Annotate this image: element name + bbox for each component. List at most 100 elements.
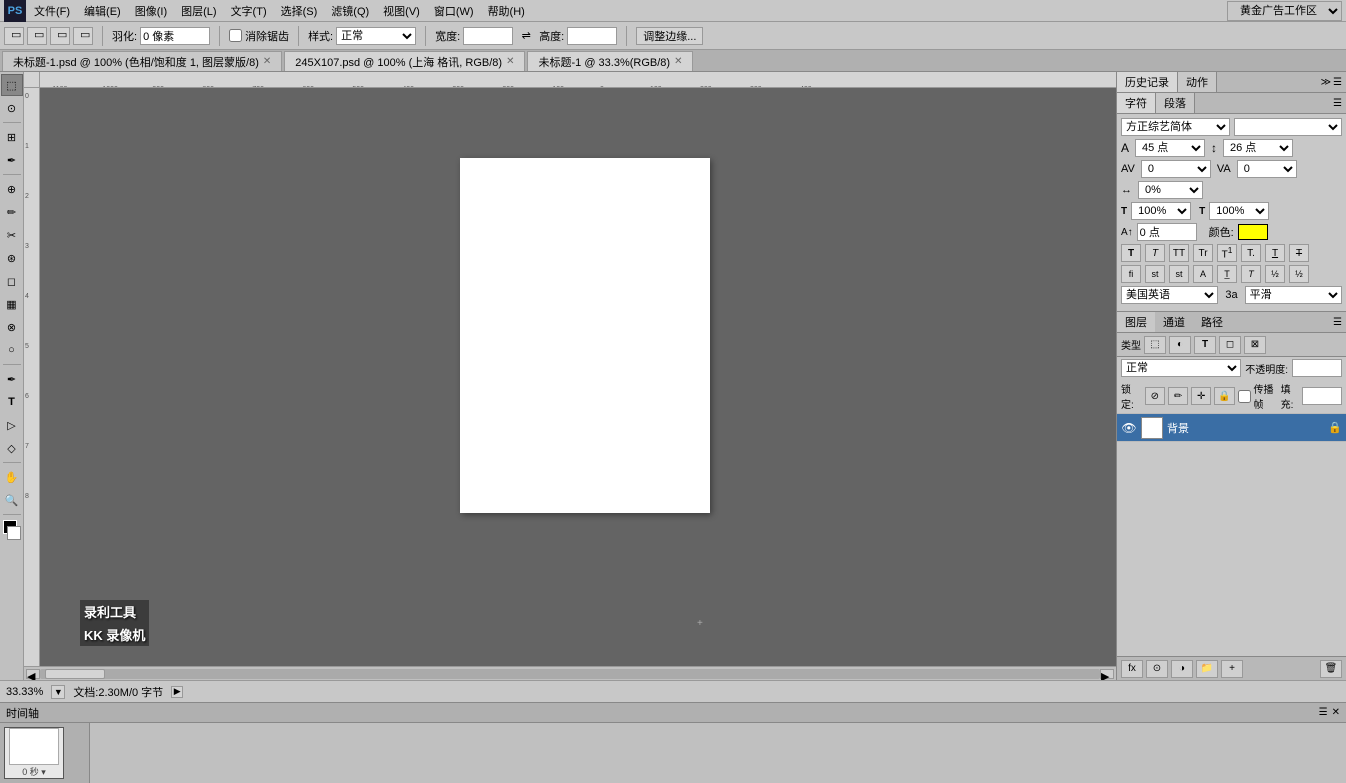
tool-clone[interactable]: ✂ bbox=[1, 224, 23, 246]
tab-2-close[interactable]: ✕ bbox=[674, 56, 682, 67]
small-caps-btn[interactable]: Tr bbox=[1193, 244, 1213, 262]
layer-style-btn[interactable]: fx bbox=[1121, 660, 1143, 678]
disc-btn[interactable]: A bbox=[1193, 265, 1213, 283]
tool-marquee[interactable]: ⬚ bbox=[1, 74, 23, 96]
swap-btn[interactable]: ⇌ bbox=[519, 29, 533, 43]
tool-gradient[interactable]: ▦ bbox=[1, 293, 23, 315]
scale-h-select[interactable]: 0% bbox=[1138, 181, 1203, 199]
tool-crop[interactable]: ⊞ bbox=[1, 126, 23, 148]
timeline-menu-btn[interactable]: ☰ bbox=[1319, 707, 1328, 718]
font-size-select[interactable]: 45 点 bbox=[1135, 139, 1205, 157]
propagate-check[interactable] bbox=[1238, 390, 1251, 403]
scroll-right-btn[interactable]: ▶ bbox=[1100, 669, 1114, 679]
style-select[interactable]: 正常 bbox=[336, 27, 416, 45]
opacity-input[interactable] bbox=[1292, 359, 1342, 377]
layer-group-btn[interactable]: 📁 bbox=[1196, 660, 1218, 678]
menu-layer[interactable]: 图层(L) bbox=[175, 1, 222, 21]
layer-adj-btn[interactable]: ◑ bbox=[1171, 660, 1193, 678]
timeline-close-btn[interactable]: ✕ bbox=[1332, 707, 1340, 718]
color-swatch[interactable] bbox=[1238, 224, 1268, 240]
tab-character[interactable]: 字符 bbox=[1117, 93, 1156, 113]
tab-paragraph[interactable]: 段落 bbox=[1156, 93, 1195, 113]
layer-mask-btn[interactable]: ⊙ bbox=[1146, 660, 1168, 678]
tool-history-brush[interactable]: ⊛ bbox=[1, 247, 23, 269]
lock-move-btn[interactable]: ✛ bbox=[1191, 387, 1211, 405]
adjust-edge-btn[interactable]: 调整边缘... bbox=[636, 27, 703, 45]
antialias-check[interactable] bbox=[229, 29, 242, 42]
tab-1[interactable]: 245X107.psd @ 100% (上海 格讯, RGB/8) ✕ bbox=[284, 51, 525, 71]
menu-filter[interactable]: 滤镜(Q) bbox=[325, 1, 375, 21]
menu-view[interactable]: 视图(V) bbox=[377, 1, 426, 21]
filter-type-btn[interactable]: T bbox=[1194, 336, 1216, 354]
font-family-select[interactable]: 方正综艺简体 bbox=[1121, 118, 1230, 136]
liga-btn[interactable]: fi bbox=[1121, 265, 1141, 283]
italic-btn[interactable]: T bbox=[1145, 244, 1165, 262]
menu-file[interactable]: 文件(F) bbox=[28, 1, 76, 21]
filter-shape-btn[interactable]: ◻ bbox=[1219, 336, 1241, 354]
tab-0[interactable]: 未标题-1.psd @ 100% (色相/饱和度 1, 图层蒙版/8) ✕ bbox=[2, 51, 282, 71]
timeline-frame-0[interactable]: 0 秒 ▾ bbox=[4, 727, 64, 779]
font-style-select[interactable] bbox=[1234, 118, 1343, 136]
menu-help[interactable]: 帮助(H) bbox=[482, 1, 531, 21]
scroll-left-btn[interactable]: ◀ bbox=[26, 669, 40, 679]
tool-rect4-btn[interactable]: ▭ bbox=[73, 27, 93, 45]
tool-rect2-btn[interactable]: ▭ bbox=[27, 27, 47, 45]
color-fg[interactable] bbox=[1, 520, 23, 542]
tool-hand[interactable]: ✋ bbox=[1, 466, 23, 488]
scroll-track[interactable] bbox=[40, 669, 1100, 679]
ital2-btn[interactable]: T bbox=[1241, 265, 1261, 283]
tab-layers[interactable]: 图层 bbox=[1117, 312, 1155, 332]
layer-row-0[interactable]: 👁 背景 🔒 bbox=[1117, 414, 1346, 442]
smooth-select[interactable]: 平滑 bbox=[1245, 286, 1342, 304]
char-panel-menu-btn[interactable]: ☰ bbox=[1333, 98, 1342, 109]
tool-path-select[interactable]: ▷ bbox=[1, 414, 23, 436]
baseline-input[interactable] bbox=[1137, 223, 1197, 241]
tool-eyedropper[interactable]: ✒ bbox=[1, 149, 23, 171]
tracking-select[interactable]: 0 bbox=[1237, 160, 1297, 178]
feather-input[interactable] bbox=[140, 27, 210, 45]
tool-brush[interactable]: ✏ bbox=[1, 201, 23, 223]
subscript-btn[interactable]: T. bbox=[1241, 244, 1261, 262]
tab-channels[interactable]: 通道 bbox=[1155, 312, 1193, 332]
tool-zoom[interactable]: 🔍 bbox=[1, 489, 23, 511]
frac-btn[interactable]: T̲ bbox=[1217, 265, 1237, 283]
scale-v-select[interactable]: 100% bbox=[1131, 202, 1191, 220]
filter-smart-btn[interactable]: ⊠ bbox=[1244, 336, 1266, 354]
tool-pen[interactable]: ✒ bbox=[1, 368, 23, 390]
tool-blur[interactable]: ⊗ bbox=[1, 316, 23, 338]
menu-type[interactable]: 文字(T) bbox=[225, 1, 273, 21]
frac1-btn[interactable]: ½ bbox=[1265, 265, 1285, 283]
lang-select[interactable]: 美国英语 bbox=[1121, 286, 1218, 304]
swash-btn[interactable]: st bbox=[1145, 265, 1165, 283]
lock-all-btn[interactable]: 🔒 bbox=[1214, 387, 1234, 405]
ordinal-btn[interactable]: st bbox=[1169, 265, 1189, 283]
lock-trans-btn[interactable]: ⊘ bbox=[1145, 387, 1165, 405]
menu-select[interactable]: 选择(S) bbox=[275, 1, 324, 21]
tool-shape[interactable]: ◇ bbox=[1, 437, 23, 459]
tool-lasso[interactable]: ⊙ bbox=[1, 97, 23, 119]
canvas-scroll[interactable]: + 录利工具 KK 录像机 bbox=[40, 88, 1116, 666]
menu-window[interactable]: 窗口(W) bbox=[428, 1, 480, 21]
layer-visibility-btn[interactable]: 👁 bbox=[1121, 420, 1137, 436]
tool-rect-btn[interactable]: ▭ bbox=[4, 27, 24, 45]
height-input[interactable] bbox=[567, 27, 617, 45]
tool-eraser[interactable]: ◻ bbox=[1, 270, 23, 292]
workspace-dropdown[interactable]: 黄金广告工作区 bbox=[1227, 1, 1342, 21]
kerning-select[interactable]: 0 bbox=[1141, 160, 1211, 178]
tab-0-close[interactable]: ✕ bbox=[263, 56, 271, 67]
all-caps-btn[interactable]: TT bbox=[1169, 244, 1189, 262]
bold-btn[interactable]: T bbox=[1121, 244, 1141, 262]
layer-new-btn[interactable]: + bbox=[1221, 660, 1243, 678]
filter-pixel-btn[interactable]: ⬚ bbox=[1144, 336, 1166, 354]
tool-type[interactable]: T bbox=[1, 391, 23, 413]
panel-menu-btn[interactable]: ☰ bbox=[1333, 77, 1342, 88]
underline-btn[interactable]: T bbox=[1265, 244, 1285, 262]
superscript-btn[interactable]: T1 bbox=[1217, 244, 1237, 262]
zoom-menu-btn[interactable]: ▼ bbox=[51, 685, 65, 699]
tool-rect3-btn[interactable]: ▭ bbox=[50, 27, 70, 45]
frac2-btn[interactable]: ½ bbox=[1289, 265, 1309, 283]
layers-panel-menu-btn[interactable]: ☰ bbox=[1333, 317, 1342, 328]
blend-mode-select[interactable]: 正常 bbox=[1121, 359, 1241, 377]
strikethrough-btn[interactable]: T bbox=[1289, 244, 1309, 262]
tab-1-close[interactable]: ✕ bbox=[506, 56, 514, 67]
